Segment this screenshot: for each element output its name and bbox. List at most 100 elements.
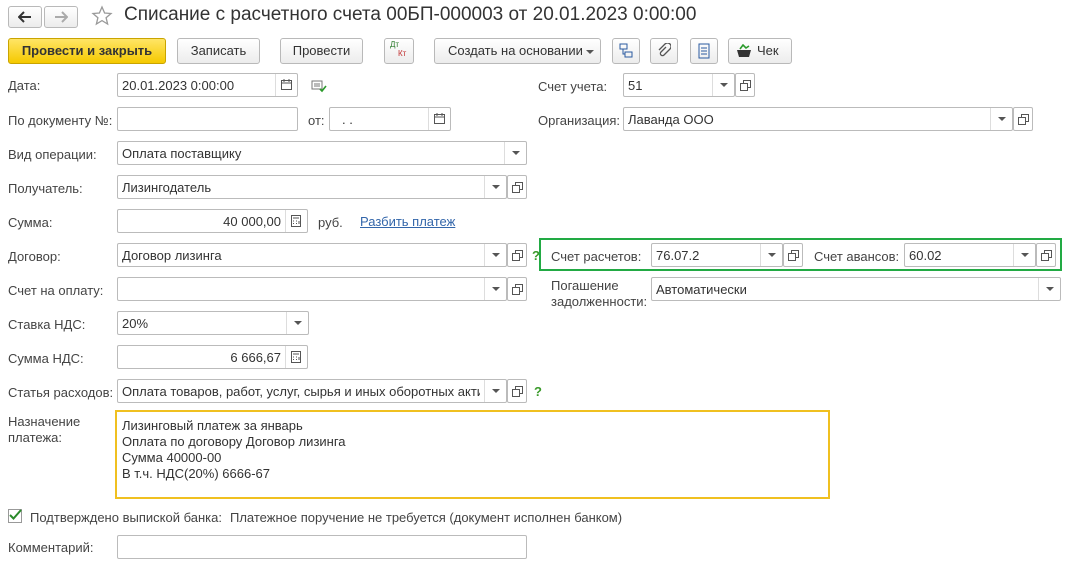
calculator-button[interactable]: [285, 346, 307, 368]
purpose-label: Назначение платежа:: [8, 414, 81, 445]
chevron-down-icon: [586, 50, 594, 54]
chevron-down-icon[interactable]: [712, 74, 734, 96]
expense-item-label: Статья расходов:: [8, 385, 114, 400]
account-open-button[interactable]: [735, 73, 755, 97]
from-date-field[interactable]: . .: [329, 107, 451, 131]
open-icon: [512, 182, 523, 193]
purpose-textarea[interactable]: Лизинговый платеж за январь Оплата по до…: [115, 410, 830, 499]
doc-number-input[interactable]: [117, 107, 298, 131]
date-field[interactable]: 20.01.2023 0:00:00: [117, 73, 298, 97]
contract-open-button[interactable]: [507, 243, 527, 267]
sum-label: Сумма:: [8, 215, 53, 230]
comment-label: Комментарий:: [8, 540, 94, 555]
doc-number-label: По документу №:: [8, 113, 113, 128]
operation-type-select[interactable]: Оплата поставщику: [117, 141, 527, 165]
open-icon: [1018, 114, 1029, 125]
post-and-close-button[interactable]: Провести и закрыть: [8, 38, 166, 64]
settlement-open-button[interactable]: [783, 243, 803, 267]
star-icon[interactable]: [91, 5, 113, 27]
chevron-down-icon[interactable]: [484, 244, 506, 266]
purpose-line: Сумма 40000-00: [122, 450, 222, 465]
recipient-select[interactable]: Лизингодатель: [117, 175, 507, 199]
calendar-icon: [434, 113, 445, 124]
chevron-down-icon[interactable]: [484, 380, 506, 402]
chevron-down-icon[interactable]: [286, 312, 308, 334]
chevron-down-icon[interactable]: [990, 108, 1012, 130]
calendar-icon: [281, 79, 292, 90]
expense-item-select[interactable]: Оплата товаров, работ, услуг, сырья и ин…: [117, 379, 507, 403]
dtkt-icon: Дт Кт: [390, 40, 407, 58]
organization-open-button[interactable]: [1013, 107, 1033, 131]
paperclip-icon: [658, 42, 672, 57]
chevron-down-icon[interactable]: [1038, 278, 1060, 300]
invoice-select[interactable]: [117, 277, 507, 301]
structure-button[interactable]: [612, 38, 640, 64]
create-based-on-button[interactable]: Создать на основании: [434, 38, 601, 64]
open-icon: [512, 386, 523, 397]
save-button[interactable]: Записать: [177, 38, 260, 64]
post-button[interactable]: Провести: [280, 38, 363, 64]
chevron-down-icon[interactable]: [760, 244, 782, 266]
account-select[interactable]: 51: [623, 73, 735, 97]
check-document-icon[interactable]: [311, 79, 327, 93]
contract-select[interactable]: Договор лизинга: [117, 243, 507, 267]
operation-type-label: Вид операции:: [8, 147, 97, 162]
recipient-open-button[interactable]: [507, 175, 527, 199]
repayment-select[interactable]: Автоматически: [651, 277, 1061, 301]
window-title: Списание с расчетного счета 00БП-000003 …: [124, 4, 697, 25]
advance-account-label: Счет авансов:: [814, 249, 900, 264]
organization-label: Организация:: [538, 113, 621, 128]
comment-input[interactable]: [117, 535, 527, 559]
purpose-line: В т.ч. НДС(20%) 6666-67: [122, 466, 270, 481]
open-icon: [740, 80, 751, 91]
expense-open-button[interactable]: [507, 379, 527, 403]
purpose-line: Лизинговый платеж за январь: [122, 418, 303, 433]
vat-rate-select[interactable]: 20%: [117, 311, 309, 335]
date-label: Дата:: [8, 78, 41, 93]
open-icon: [788, 250, 799, 261]
back-button[interactable]: [8, 6, 42, 28]
organization-select[interactable]: Лаванда ООО: [623, 107, 1013, 131]
currency-label: руб.: [318, 215, 343, 230]
account-label: Счет учета:: [538, 79, 608, 94]
purpose-line: Оплата по договору Договор лизинга: [122, 434, 346, 449]
split-payment-link[interactable]: Разбить платеж: [360, 214, 455, 229]
chevron-down-icon[interactable]: [1013, 244, 1035, 266]
report-button[interactable]: [690, 38, 718, 64]
settlement-account-select[interactable]: 76.07.2: [651, 243, 783, 267]
chevron-down-icon[interactable]: [504, 142, 526, 164]
recipient-label: Получатель:: [8, 181, 83, 196]
chevron-down-icon[interactable]: [484, 278, 506, 300]
calendar-button[interactable]: [275, 74, 297, 96]
vat-rate-label: Ставка НДС:: [8, 317, 86, 332]
document-icon: [698, 43, 710, 59]
receipt-button[interactable]: Чек: [728, 38, 792, 64]
open-icon: [512, 250, 523, 261]
arrow-right-icon: [55, 11, 69, 23]
advance-open-button[interactable]: [1036, 243, 1056, 267]
expense-help-icon[interactable]: ?: [534, 384, 542, 399]
calculator-icon: [291, 351, 301, 363]
bank-confirmed-note: Платежное поручение не требуется (докуме…: [230, 510, 623, 525]
checkmark-icon: [9, 509, 22, 520]
calculator-icon: [291, 215, 301, 227]
vat-sum-field[interactable]: 6 666,67: [117, 345, 308, 369]
repayment-label: Погашение задолженности:: [551, 278, 648, 309]
forward-button[interactable]: [44, 6, 78, 28]
settlement-account-label: Счет расчетов:: [551, 249, 642, 264]
calendar-button[interactable]: [428, 108, 450, 130]
open-icon: [1041, 250, 1052, 261]
invoice-label: Счет на оплату:: [8, 283, 104, 298]
advance-account-select[interactable]: 60.02: [904, 243, 1036, 267]
dtkt-button[interactable]: Дт Кт: [384, 38, 414, 64]
chevron-down-icon[interactable]: [484, 176, 506, 198]
open-icon: [512, 284, 523, 295]
from-label: от:: [308, 113, 325, 128]
bank-confirmed-checkbox[interactable]: [8, 509, 22, 523]
attach-button[interactable]: [650, 38, 678, 64]
calculator-button[interactable]: [285, 210, 307, 232]
invoice-open-button[interactable]: [507, 277, 527, 301]
bank-confirmed-label: Подтверждено выпиской банка:: [30, 510, 222, 525]
hierarchy-icon: [619, 43, 633, 58]
sum-field[interactable]: 40 000,00: [117, 209, 308, 233]
